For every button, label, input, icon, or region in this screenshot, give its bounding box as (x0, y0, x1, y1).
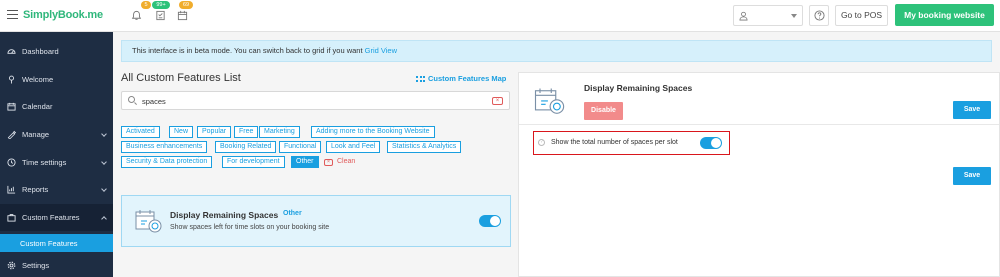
panel-title: Display Remaining Spaces (584, 83, 693, 93)
tag-marketing[interactable]: Marketing (259, 126, 300, 138)
sidebar-item-reports[interactable]: Reports (0, 176, 113, 203)
sidebar-item-dashboard[interactable]: Dashboard (0, 38, 113, 65)
feature-detail-panel: Display Remaining Spaces Disable Save ? … (518, 72, 1000, 277)
sidebar-item-label: Time settings (22, 158, 67, 167)
show-total-spaces-toggle[interactable] (700, 137, 722, 149)
sidebar-item-label: Dashboard (22, 47, 59, 56)
tag-functional[interactable]: Functional (279, 141, 322, 153)
top-bar: SimplyBook.me 5 99+ 69 Go to POS My book… (0, 0, 1000, 32)
calendar-check-icon[interactable] (177, 10, 188, 21)
custom-features-map-link[interactable]: Custom Features Map (416, 74, 506, 83)
disable-button[interactable]: Disable (584, 102, 623, 120)
tasks-icon[interactable] (155, 10, 166, 21)
user-icon (739, 11, 748, 21)
feature-card-name: Display Remaining Spaces (170, 210, 279, 220)
tag-security-data-protection[interactable]: Security & Data protection (121, 156, 213, 168)
sidebar-subitem-custom-features[interactable]: Custom Features (0, 234, 113, 252)
chevron-down-icon (101, 131, 107, 137)
chevron-down-icon (101, 159, 107, 165)
feature-card-display-remaining-spaces[interactable]: Display Remaining Spaces Other Show spac… (121, 195, 511, 247)
sidebar-item-label: Manage (22, 130, 50, 139)
remaining-spaces-icon (135, 210, 162, 233)
sidebar-item-time-settings[interactable]: Time settings (0, 149, 113, 176)
feature-card-category: Other (283, 210, 302, 217)
divider (519, 124, 999, 125)
save-button[interactable]: Save (953, 101, 991, 119)
sidebar-item-manage[interactable]: Manage (0, 121, 113, 148)
grid-view-link[interactable]: Grid View (365, 46, 397, 55)
tag-new[interactable]: New (169, 126, 194, 138)
tag-activated[interactable]: Activated (121, 126, 160, 138)
setting-show-total-spaces: ? Show the total number of spaces per sl… (533, 131, 730, 155)
beta-notice-text: This interface is in beta mode. You can … (132, 46, 365, 55)
gear-icon (7, 261, 16, 270)
sidebar-item-label: Reports (22, 185, 49, 194)
search-icon (128, 96, 135, 103)
sidebar-item-label: Custom Features (22, 213, 80, 222)
tag-booking-related[interactable]: Booking Related (215, 141, 277, 153)
beta-notice: This interface is in beta mode. You can … (121, 40, 992, 62)
sidebar-item-settings[interactable]: Settings (0, 252, 113, 277)
sidebar-item-custom-features[interactable]: Custom Features (0, 204, 113, 231)
feature-enabled-toggle[interactable] (479, 215, 501, 227)
sidebar: Dashboard Welcome Calendar Manage Time s… (0, 32, 113, 277)
bell-icon[interactable] (131, 10, 142, 21)
welcome-icon (8, 75, 15, 84)
feature-card-description: Show spaces left for time slots on your … (170, 224, 330, 231)
dashboard-icon (7, 49, 16, 54)
tag-statistics-analytics[interactable]: Statistics & Analytics (387, 141, 462, 153)
clean-label: Clean (337, 158, 356, 165)
sidebar-item-welcome[interactable]: Welcome (0, 66, 113, 93)
main-content: This interface is in beta mode. You can … (113, 32, 1000, 277)
search-value: spaces (142, 97, 166, 106)
tag-other[interactable]: Other (291, 156, 319, 168)
manage-icon (7, 130, 16, 139)
grid-icon (416, 76, 425, 82)
reports-icon (7, 185, 16, 194)
map-link-label: Custom Features Map (428, 74, 507, 83)
custom-features-icon (7, 214, 16, 222)
tag-popular[interactable]: Popular (197, 126, 232, 138)
my-booking-website-button[interactable]: My booking website (895, 4, 994, 26)
search-input[interactable]: spaces × (121, 91, 510, 110)
notification-badge: 5 (141, 1, 151, 9)
help-button[interactable] (809, 5, 829, 26)
clock-icon (7, 158, 16, 167)
help-icon (814, 10, 825, 21)
tasks-badge: 99+ (152, 1, 170, 9)
sidebar-item-label: Welcome (22, 75, 54, 84)
tag-for-development[interactable]: For development (222, 156, 285, 168)
calendar-icon (7, 102, 16, 111)
user-menu[interactable] (733, 5, 803, 26)
tag-adding-more[interactable]: Adding more to the Booking Website (311, 126, 435, 138)
go-to-pos-button[interactable]: Go to POS (835, 5, 888, 26)
help-icon[interactable]: ? (538, 139, 545, 146)
sidebar-item-calendar[interactable]: Calendar (0, 93, 113, 120)
hamburger-menu-icon[interactable] (7, 10, 18, 19)
close-icon: × (324, 159, 333, 166)
sidebar-subitem-label: Custom Features (20, 239, 78, 248)
tag-look-and-feel[interactable]: Look and Feel (326, 141, 381, 153)
chevron-down-icon (101, 186, 107, 192)
chevron-down-icon (791, 14, 797, 18)
clean-filters-button[interactable]: × Clean (324, 158, 355, 166)
sidebar-item-label: Settings (22, 261, 50, 270)
clear-search-icon[interactable]: × (492, 97, 503, 105)
sidebar-item-label: Calendar (22, 102, 53, 111)
setting-label: Show the total number of spaces per slot (551, 139, 678, 146)
features-list-title: All Custom Features List (121, 72, 241, 84)
tag-free[interactable]: Free (234, 126, 259, 138)
save-settings-button[interactable]: Save (953, 167, 991, 185)
bookings-badge: 69 (179, 1, 193, 9)
remaining-spaces-icon (534, 88, 565, 114)
chevron-up-icon (101, 216, 107, 222)
logo[interactable]: SimplyBook.me (23, 9, 103, 21)
tag-business-enhancements[interactable]: Business enhancements (121, 141, 208, 153)
